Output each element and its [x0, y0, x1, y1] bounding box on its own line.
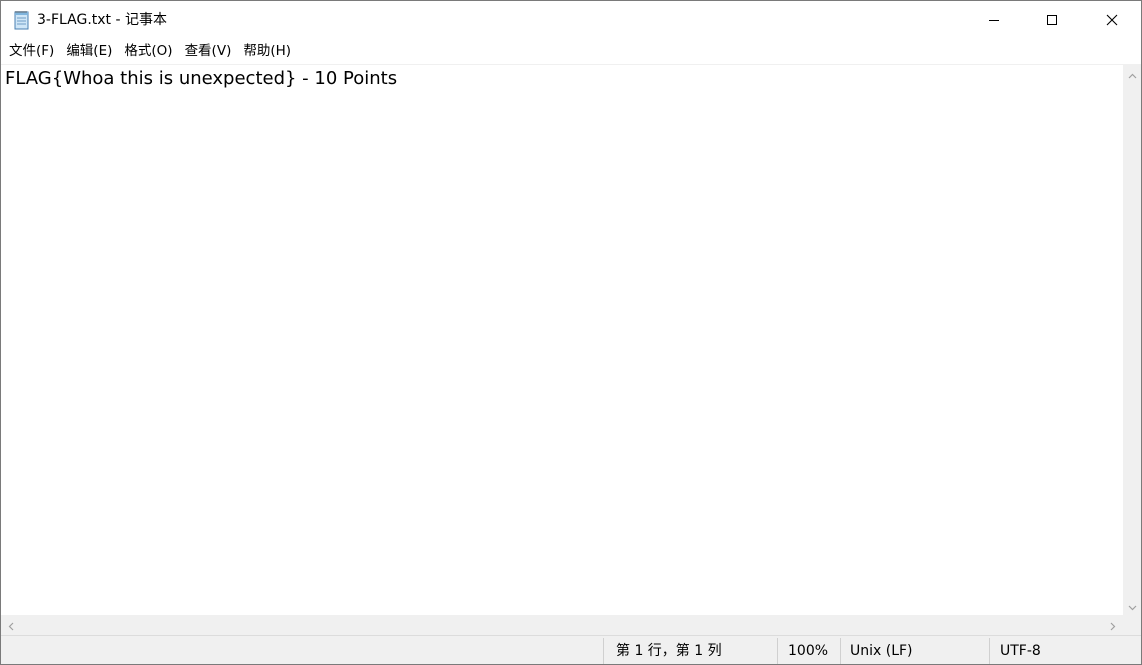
text-editor[interactable]: FLAG{Whoa this is unexpected} - 10 Point… [1, 64, 1123, 615]
status-zoom: 100% [788, 643, 829, 659]
status-separator [840, 638, 841, 664]
scroll-down-button[interactable] [1123, 596, 1141, 615]
status-separator [777, 638, 778, 664]
menu-edit[interactable]: 编辑(E) [60, 40, 118, 62]
scroll-up-button[interactable] [1123, 64, 1141, 83]
chevron-left-icon [8, 616, 14, 635]
chevron-up-icon [1128, 64, 1137, 83]
editor-content[interactable]: FLAG{Whoa this is unexpected} - 10 Point… [5, 68, 397, 90]
menu-format[interactable]: 格式(O) [118, 40, 178, 62]
status-bar: 第 1 行，第 1 列 100% Unix (LF) UTF-8 [1, 635, 1141, 664]
menu-view[interactable]: 查看(V) [179, 40, 238, 62]
close-icon [1106, 11, 1118, 30]
close-button[interactable] [1081, 1, 1141, 39]
menu-file[interactable]: 文件(F) [3, 40, 60, 62]
status-line-ending: Unix (LF) [850, 643, 913, 659]
status-encoding: UTF-8 [1000, 643, 1041, 659]
status-separator [603, 638, 604, 664]
minimize-icon [988, 11, 1000, 30]
scrollbar-corner [1123, 615, 1141, 635]
title-bar[interactable]: 3-FLAG.txt - 记事本 [1, 1, 1141, 39]
notepad-icon[interactable] [13, 10, 31, 30]
menu-bar: 文件(F) 编辑(E) 格式(O) 查看(V) 帮助(H) [1, 39, 1141, 63]
chevron-down-icon [1128, 596, 1137, 615]
horizontal-scrollbar[interactable] [1, 615, 1123, 635]
status-separator [989, 638, 990, 664]
status-cursor-position: 第 1 行，第 1 列 [616, 643, 722, 659]
chevron-right-icon [1110, 616, 1116, 635]
minimize-button[interactable] [965, 1, 1023, 39]
notepad-window: 3-FLAG.txt - 记事本 文件(F) 编辑(E) 格式(O) 查看(V)… [0, 0, 1142, 665]
menu-help[interactable]: 帮助(H) [237, 40, 297, 62]
window-title: 3-FLAG.txt - 记事本 [37, 12, 167, 28]
maximize-button[interactable] [1023, 1, 1081, 39]
maximize-icon [1046, 11, 1058, 30]
vertical-scrollbar[interactable] [1123, 64, 1141, 615]
scroll-left-button[interactable] [1, 615, 21, 635]
scroll-right-button[interactable] [1103, 615, 1123, 635]
